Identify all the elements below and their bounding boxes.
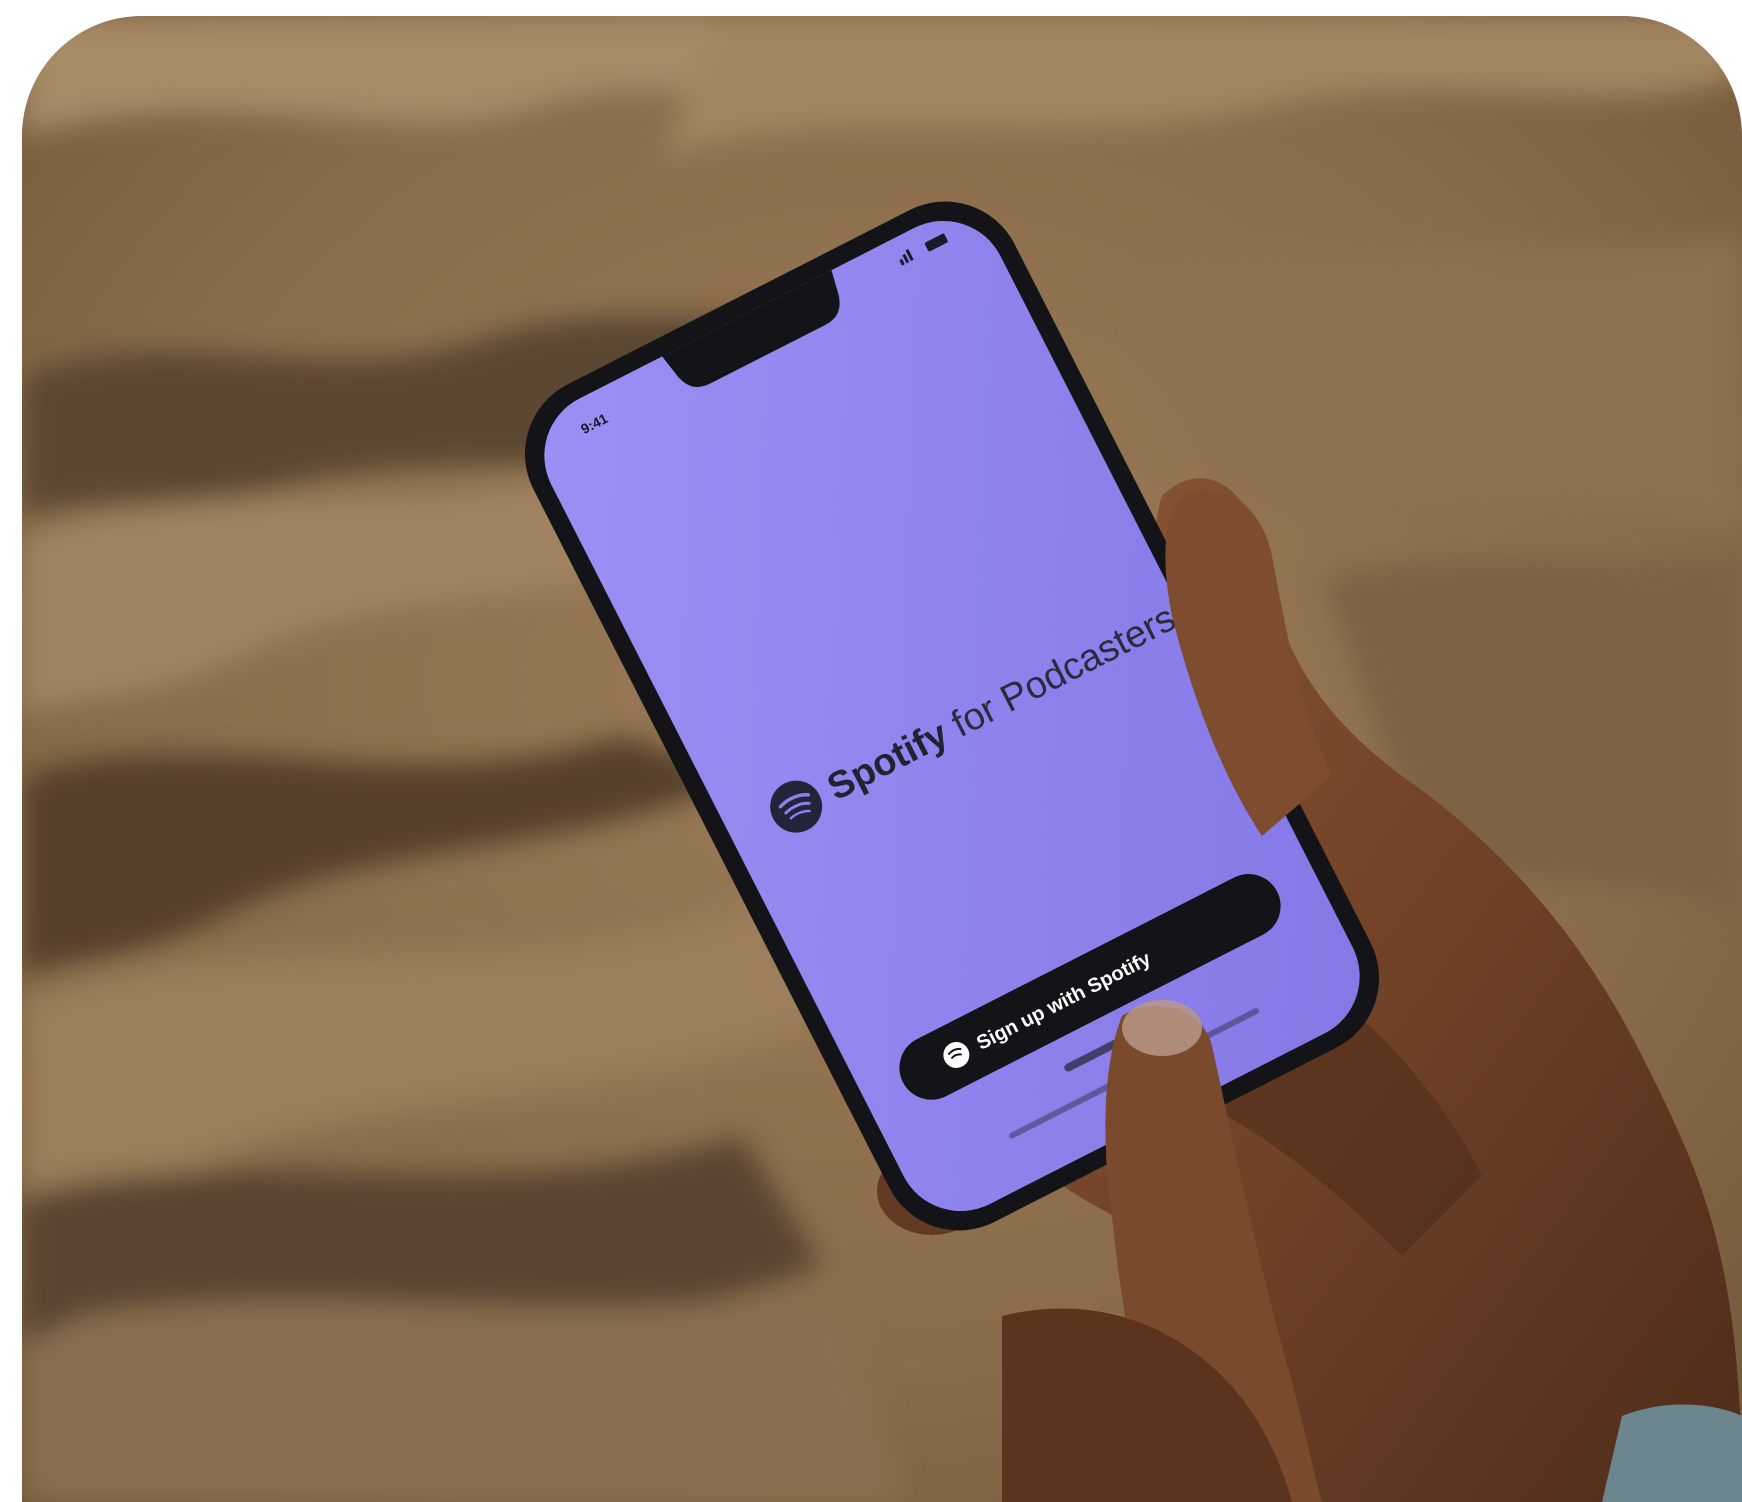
hero-photo: 9:41 Spotify for Podcasters Sign up with… xyxy=(22,16,1742,1502)
photo-illustration: 9:41 Spotify for Podcasters Sign up with… xyxy=(22,16,1742,1502)
fingernail xyxy=(1122,1000,1202,1056)
sleeve xyxy=(1602,1404,1742,1502)
